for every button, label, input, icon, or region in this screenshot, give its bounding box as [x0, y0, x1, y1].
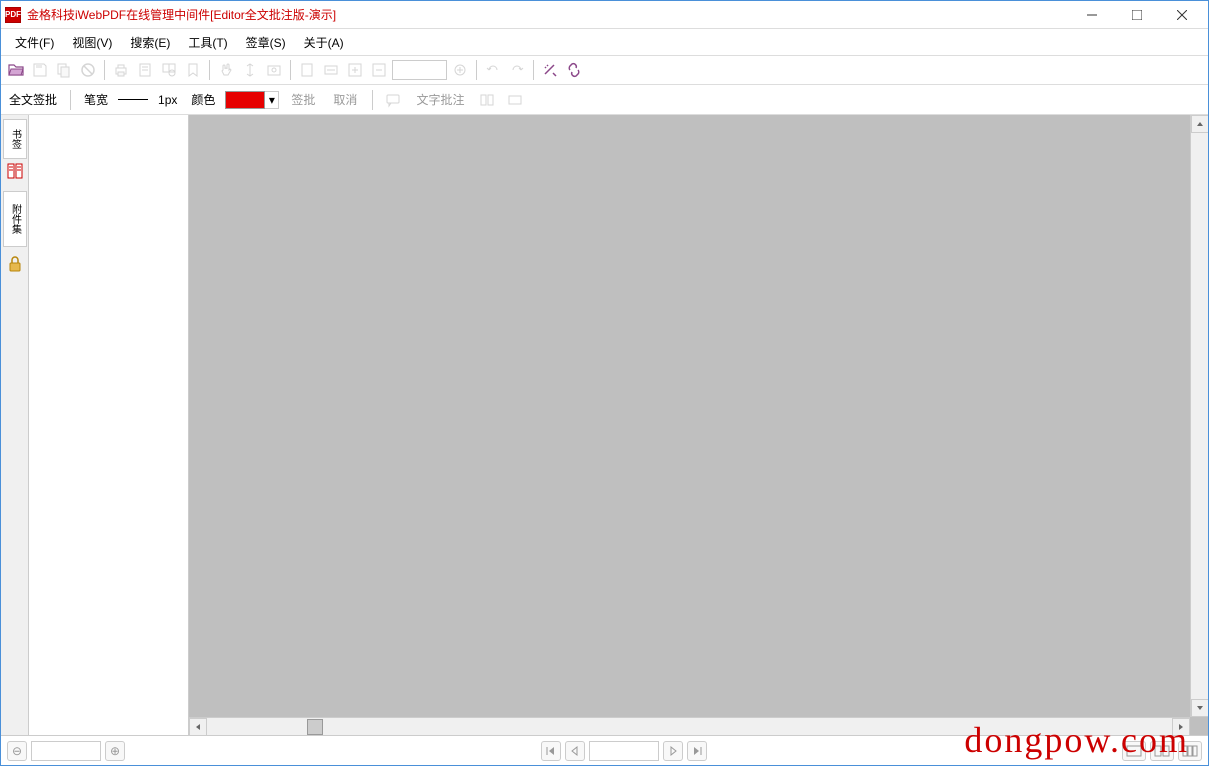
link-icon[interactable] [563, 59, 585, 81]
save-icon[interactable] [29, 59, 51, 81]
zoom-out-button[interactable]: ⊖ [7, 741, 27, 761]
zoom-in-rect-icon[interactable] [344, 59, 366, 81]
zoom-value-input[interactable] [31, 741, 101, 761]
next-page-button[interactable] [663, 741, 683, 761]
lock-icon[interactable] [6, 255, 24, 273]
menu-about[interactable]: 关于(A) [296, 31, 352, 54]
close-button[interactable] [1159, 2, 1204, 28]
scroll-left-icon[interactable] [189, 718, 207, 735]
menu-view[interactable]: 视图(V) [64, 31, 120, 54]
open-icon[interactable] [5, 59, 27, 81]
view-mode2-icon[interactable] [1150, 741, 1174, 761]
page-icon[interactable] [134, 59, 156, 81]
layout2-icon[interactable] [504, 89, 526, 111]
main-area: 书签 附件集 [1, 115, 1208, 735]
text-annotation-button[interactable]: 文字批注 [410, 88, 470, 111]
view-mode1-icon[interactable] [1122, 741, 1146, 761]
cancel-button[interactable]: 取消 [327, 88, 363, 111]
first-page-button[interactable] [541, 741, 561, 761]
zoom-out-rect-icon[interactable] [368, 59, 390, 81]
color-dropdown-icon[interactable]: ▾ [265, 91, 279, 109]
horizontal-scrollbar[interactable] [189, 717, 1190, 735]
fit-page-icon[interactable] [296, 59, 318, 81]
find-icon[interactable] [158, 59, 180, 81]
stop-icon[interactable] [77, 59, 99, 81]
thumbnail-icon[interactable] [5, 161, 25, 181]
app-icon: PDF [5, 7, 21, 23]
pen-width-label: 笔宽 [80, 89, 112, 110]
document-viewer[interactable] [189, 115, 1208, 735]
titlebar: PDF 金格科技iWebPDF在线管理中间件[Editor全文批注版-演示] [1, 1, 1208, 29]
annotation-toolbar: 全文签批 笔宽 1px 颜色 ▾ 签批 取消 文字批注 [1, 85, 1208, 115]
menu-tools[interactable]: 工具(T) [180, 31, 235, 54]
menubar: 文件(F) 视图(V) 搜索(E) 工具(T) 签章(S) 关于(A) [1, 29, 1208, 55]
side-tab-strip: 书签 附件集 [1, 115, 29, 735]
window-title: 金格科技iWebPDF在线管理中间件[Editor全文批注版-演示] [27, 6, 1069, 23]
prev-page-button[interactable] [565, 741, 585, 761]
print-icon[interactable] [110, 59, 132, 81]
menu-stamp[interactable]: 签章(S) [238, 31, 294, 54]
menu-file[interactable]: 文件(F) [7, 31, 62, 54]
copy-icon[interactable] [53, 59, 75, 81]
select-icon[interactable] [239, 59, 261, 81]
hand-icon[interactable] [215, 59, 237, 81]
tab-bookmark[interactable]: 书签 [3, 119, 27, 159]
snapshot-icon[interactable] [263, 59, 285, 81]
color-label: 颜色 [187, 89, 219, 110]
bookmark-icon[interactable] [182, 59, 204, 81]
zoom-in-button[interactable]: ⊕ [105, 741, 125, 761]
vertical-scrollbar[interactable] [1190, 115, 1208, 717]
fit-width-icon[interactable] [320, 59, 342, 81]
view-mode3-icon[interactable] [1178, 741, 1202, 761]
scroll-up-icon[interactable] [1191, 115, 1208, 133]
last-page-button[interactable] [687, 741, 707, 761]
page-input[interactable] [589, 741, 659, 761]
color-swatch[interactable] [225, 91, 265, 109]
settings-icon[interactable] [539, 59, 561, 81]
pen-width-value: 1px [154, 91, 181, 109]
rotate-right-icon[interactable] [506, 59, 528, 81]
layout1-icon[interactable] [476, 89, 498, 111]
thumbnail-panel [29, 115, 189, 735]
tab-attachment-label: 附件集 [10, 204, 20, 234]
minimize-button[interactable] [1069, 2, 1114, 28]
menu-search[interactable]: 搜索(E) [122, 31, 178, 54]
comment-icon[interactable] [382, 89, 404, 111]
maximize-button[interactable] [1114, 2, 1159, 28]
full-sign-label[interactable]: 全文签批 [5, 89, 61, 110]
tab-attachment[interactable]: 附件集 [3, 191, 27, 247]
main-toolbar [1, 55, 1208, 85]
statusbar: ⊖ ⊕ [1, 735, 1208, 765]
tab-bookmark-label: 书签 [10, 129, 20, 149]
zoom-input[interactable] [392, 60, 447, 80]
scroll-down-icon[interactable] [1191, 699, 1208, 717]
zoom-apply-icon[interactable] [449, 59, 471, 81]
rotate-left-icon[interactable] [482, 59, 504, 81]
scroll-thumb[interactable] [307, 719, 323, 735]
pen-width-preview [118, 99, 148, 100]
scroll-right-icon[interactable] [1172, 718, 1190, 735]
sign-button[interactable]: 签批 [285, 88, 321, 111]
